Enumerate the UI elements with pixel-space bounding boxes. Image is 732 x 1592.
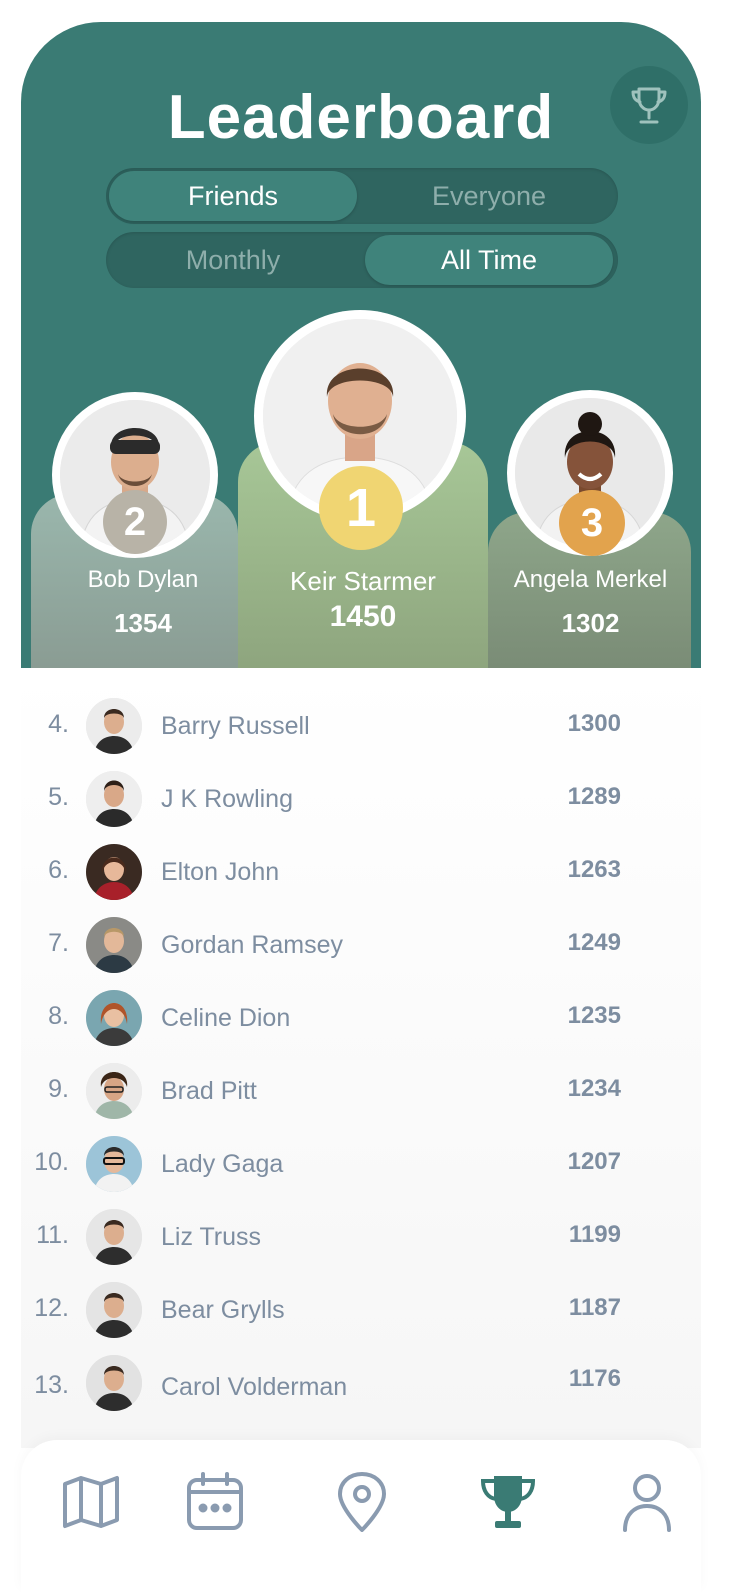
player-name: Celine Dion <box>161 1004 291 1032</box>
first-place-score: 1450 <box>329 600 397 633</box>
rank-number: 4. <box>48 710 69 738</box>
rank-badge-second: 2 <box>103 490 167 554</box>
list-item[interactable]: 12. Bear Grylls 1187 <box>21 1280 701 1340</box>
player-name: Gordan Ramsey <box>161 931 344 959</box>
player-score: 1234 <box>567 1075 621 1102</box>
avatar <box>86 1282 142 1338</box>
third-place-score: 1302 <box>561 608 620 638</box>
rank-number: 5. <box>48 783 69 811</box>
rank-badge-first: 1 <box>319 466 403 550</box>
trophy-icon <box>631 87 667 124</box>
player-score: 1300 <box>567 710 621 737</box>
third-place-name: Angela Merkel <box>513 566 668 593</box>
list-item[interactable]: 8. Celine Dion 1235 <box>21 988 701 1048</box>
rank-number: 13. <box>34 1371 69 1399</box>
calendar-icon <box>187 1472 243 1530</box>
player-name: Brad Pitt <box>161 1077 257 1105</box>
player-score: 1235 <box>567 1002 621 1029</box>
trophy-icon <box>480 1476 536 1528</box>
nav-location[interactable] <box>330 1470 394 1534</box>
avatar <box>86 1355 142 1411</box>
nav-calendar[interactable] <box>183 1470 247 1534</box>
player-score: 1207 <box>567 1148 621 1175</box>
bottom-nav <box>21 1440 701 1592</box>
player-name: Carol Volderman <box>161 1373 348 1401</box>
profile-icon <box>623 1474 671 1532</box>
list-item[interactable]: 7. Gordan Ramsey 1249 <box>21 915 701 975</box>
avatar <box>86 1136 142 1192</box>
rank-number: 8. <box>48 1002 69 1030</box>
page-title: Leaderboard <box>167 83 555 152</box>
avatar <box>86 698 142 754</box>
tab-everyone[interactable]: Everyone <box>365 171 613 221</box>
ranking-list: 4. Barry Russell 1300 5. J K Rowling 128… <box>21 668 701 1448</box>
player-name: Barry Russell <box>161 712 310 740</box>
avatar <box>86 771 142 827</box>
rank-number: 7. <box>48 929 69 957</box>
period-toggle: Monthly All Time <box>106 232 618 288</box>
tab-friends[interactable]: Friends <box>109 171 357 221</box>
nav-map[interactable] <box>59 1470 123 1534</box>
rank-number: 9. <box>48 1075 69 1103</box>
list-item[interactable]: 5. J K Rowling 1289 <box>21 769 701 829</box>
rank-number: 11. <box>36 1221 69 1249</box>
nav-leaderboard[interactable] <box>476 1470 540 1534</box>
player-name: Lady Gaga <box>161 1150 284 1178</box>
nav-profile[interactable] <box>615 1470 679 1534</box>
map-icon <box>63 1476 119 1528</box>
second-place-name: Bob Dylan <box>87 566 199 593</box>
list-item[interactable]: 4. Barry Russell 1300 <box>21 696 701 756</box>
trophy-button[interactable] <box>610 66 688 144</box>
player-name: J K Rowling <box>161 785 293 813</box>
player-score: 1249 <box>567 929 621 956</box>
tab-all-time[interactable]: All Time <box>365 235 613 285</box>
leaderboard-header: Leaderboard Friends Everyone Monthly All… <box>21 22 701 668</box>
player-name: Elton John <box>161 858 280 886</box>
tab-monthly[interactable]: Monthly <box>109 235 357 285</box>
player-score: 1263 <box>567 856 621 883</box>
second-place-score: 1354 <box>114 608 172 638</box>
list-item[interactable]: 9. Brad Pitt 1234 <box>21 1061 701 1121</box>
list-item[interactable]: 11. Liz Truss 1199 <box>21 1207 701 1267</box>
app-screen: Leaderboard Friends Everyone Monthly All… <box>0 0 732 1592</box>
player-name: Bear Grylls <box>161 1296 285 1324</box>
rank-number: 10. <box>34 1148 69 1176</box>
rank-number: 12. <box>34 1294 69 1322</box>
player-score: 1289 <box>567 783 621 810</box>
avatar <box>86 844 142 900</box>
rank-badge-third: 3 <box>559 490 625 556</box>
list-item[interactable]: 6. Elton John 1263 <box>21 842 701 902</box>
player-score: 1187 <box>568 1294 621 1321</box>
player-name: Liz Truss <box>161 1223 262 1251</box>
list-item[interactable]: 13. Carol Volderman 1176 <box>21 1353 701 1413</box>
avatar <box>86 990 142 1046</box>
player-score: 1199 <box>568 1221 621 1248</box>
avatar <box>86 1209 142 1265</box>
list-item[interactable]: 10. Lady Gaga 1207 <box>21 1134 701 1194</box>
rank-number: 6. <box>48 856 69 884</box>
location-pin-icon <box>338 1472 386 1532</box>
scope-toggle: Friends Everyone <box>106 168 618 224</box>
avatar <box>86 1063 142 1119</box>
avatar <box>86 917 142 973</box>
first-place-name: Keir Starmer <box>290 566 436 596</box>
player-score: 1176 <box>568 1365 621 1392</box>
